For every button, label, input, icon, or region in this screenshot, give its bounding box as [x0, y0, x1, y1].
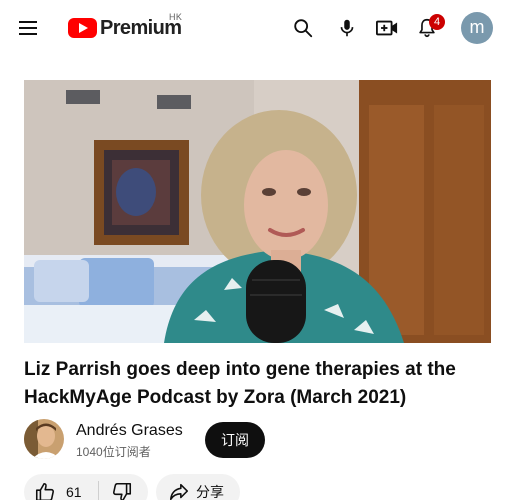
- like-icon: [35, 482, 54, 500]
- notification-count-badge: 4: [429, 14, 445, 30]
- search-icon: [294, 19, 313, 38]
- like-dislike-group: 61: [24, 474, 148, 500]
- like-count: 61: [66, 484, 82, 500]
- video-frame: [24, 80, 491, 343]
- search-button[interactable]: [287, 12, 319, 44]
- notifications-button[interactable]: 4: [411, 12, 445, 44]
- mic-icon: [340, 19, 354, 37]
- menu-icon-bar: [19, 33, 37, 35]
- voice-search-button[interactable]: [331, 12, 363, 44]
- channel-avatar[interactable]: [24, 419, 64, 459]
- share-label: 分享: [196, 484, 224, 500]
- menu-button[interactable]: [14, 14, 42, 42]
- create-button[interactable]: [371, 12, 403, 44]
- account-avatar[interactable]: m: [461, 12, 493, 44]
- region-label: HK: [169, 12, 183, 22]
- like-button[interactable]: 61: [24, 474, 82, 500]
- dislike-button[interactable]: [99, 474, 133, 500]
- subscribe-button[interactable]: 订阅: [205, 422, 265, 458]
- subscriber-count: 1040位订阅者: [76, 445, 151, 459]
- youtube-logo-icon: [68, 18, 97, 38]
- share-button[interactable]: 分享: [156, 474, 240, 500]
- dislike-icon: [112, 482, 131, 500]
- top-app-bar: Premium HK 4 m: [0, 0, 515, 56]
- channel-avatar-image: [24, 419, 64, 459]
- create-video-icon: [376, 20, 398, 36]
- video-title: Liz Parrish goes deep into gene therapie…: [24, 359, 456, 408]
- youtube-premium-logo[interactable]: Premium: [68, 14, 182, 42]
- menu-icon-bar: [19, 21, 37, 23]
- video-player[interactable]: [24, 80, 491, 343]
- share-icon: [169, 483, 189, 500]
- channel-name[interactable]: Andrés Grases: [76, 422, 183, 440]
- menu-icon-bar: [19, 27, 37, 29]
